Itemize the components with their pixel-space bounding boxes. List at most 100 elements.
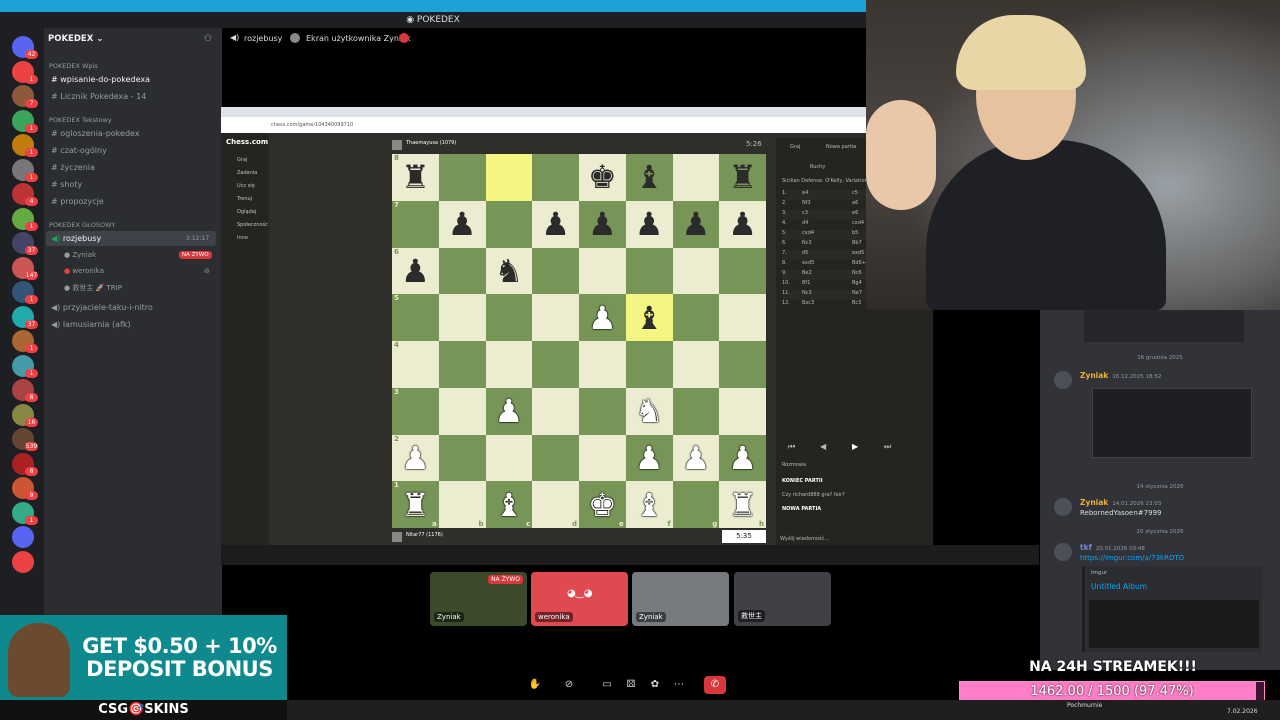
- chess-nav-item[interactable]: Ucz się: [237, 183, 255, 189]
- square-f1[interactable]: f ♝: [625, 481, 673, 528]
- chess-chat-input[interactable]: Wyślij wiadomość...: [780, 536, 829, 542]
- server-icon[interactable]: [12, 550, 34, 573]
- white-pawn-piece[interactable]: ♟: [728, 442, 757, 474]
- chess-nav-item[interactable]: Inne: [237, 235, 248, 241]
- square-g5[interactable]: [672, 294, 720, 341]
- move-san[interactable]: exd5: [852, 250, 864, 256]
- move-san[interactable]: exd5: [802, 260, 814, 266]
- square-e2[interactable]: [579, 434, 626, 482]
- move-san[interactable]: cxd4: [802, 230, 814, 236]
- white-pawn-piece[interactable]: ♟: [495, 395, 524, 427]
- square-h3[interactable]: [719, 387, 766, 435]
- chat-tab[interactable]: Rozmowa: [782, 462, 806, 468]
- square-f3[interactable]: ♞: [625, 387, 673, 435]
- voice-user-zyniak[interactable]: ● Zyniak: [64, 251, 96, 259]
- black-pawn-piece[interactable]: ♟: [448, 208, 477, 240]
- square-d1[interactable]: d: [532, 481, 579, 528]
- square-e4[interactable]: [579, 341, 626, 388]
- square-f8[interactable]: ♝: [625, 154, 673, 201]
- black-pawn-piece[interactable]: ♟: [541, 208, 570, 240]
- black-rook-piece[interactable]: ♜: [401, 161, 430, 193]
- message-link[interactable]: https://imgur.com/a/73kROTD: [1080, 554, 1184, 562]
- square-d5[interactable]: [532, 294, 579, 341]
- move-san[interactable]: Be2: [802, 270, 812, 276]
- chess-nav-item[interactable]: Trenuj: [237, 196, 252, 202]
- square-a3[interactable]: 3: [392, 387, 439, 435]
- square-a1[interactable]: 1 a ♜: [392, 481, 439, 528]
- square-h7[interactable]: ♟: [719, 200, 766, 248]
- add-member-icon[interactable]: ⚇: [204, 34, 212, 44]
- square-g1[interactable]: g: [672, 481, 720, 528]
- participant-tile[interactable]: 救世主: [734, 572, 831, 626]
- black-pawn-piece[interactable]: ♟: [635, 208, 664, 240]
- move-san[interactable]: Nc6: [852, 270, 862, 276]
- black-rook-piece[interactable]: ♜: [728, 161, 757, 193]
- white-pawn-piece[interactable]: ♟: [635, 442, 664, 474]
- move-san[interactable]: c5: [852, 190, 858, 196]
- chess-nav-item[interactable]: Graj: [237, 157, 247, 163]
- move-san[interactable]: Bf1: [802, 280, 810, 286]
- white-pawn-piece[interactable]: ♟: [682, 442, 711, 474]
- black-knight-piece[interactable]: ♞: [495, 255, 524, 287]
- square-a7[interactable]: 7: [392, 200, 439, 248]
- move-san[interactable]: Bd6+: [852, 260, 866, 266]
- square-f5[interactable]: ♝: [625, 294, 673, 341]
- message-author[interactable]: tkf 20.01.2026 03:48: [1080, 543, 1145, 552]
- square-c7[interactable]: [485, 200, 533, 248]
- avatar[interactable]: [1054, 498, 1072, 516]
- white-rook-piece[interactable]: ♜: [728, 489, 757, 521]
- chess-nav-item[interactable]: Oglądaj: [237, 209, 256, 215]
- server-name-button[interactable]: POKEDEX ⌄: [48, 34, 103, 44]
- move-san[interactable]: d5: [802, 250, 808, 256]
- embed-image[interactable]: [1089, 600, 1259, 648]
- avatar[interactable]: [1054, 543, 1072, 561]
- square-f2[interactable]: ♟: [625, 434, 673, 482]
- participant-tile[interactable]: weronika ◕‿◕: [531, 572, 628, 626]
- square-h4[interactable]: [719, 341, 766, 388]
- channel-propozycje[interactable]: # propozycje: [51, 197, 104, 206]
- tab-new-game[interactable]: Nowa partia: [826, 144, 856, 150]
- first-move-button[interactable]: ⏮: [788, 442, 795, 452]
- voice-user-weronika[interactable]: ● weronika: [64, 267, 104, 275]
- square-b4[interactable]: [438, 341, 486, 388]
- move-san[interactable]: e6: [852, 210, 858, 216]
- voice-channel-lamusiarnia[interactable]: ◀) lamusiarnia (afk): [51, 320, 131, 329]
- message-attachment[interactable]: [1092, 388, 1252, 458]
- square-d2[interactable]: [532, 434, 579, 482]
- more-icon[interactable]: ⋯: [670, 676, 688, 694]
- mic-icon[interactable]: ✋: [526, 676, 544, 694]
- black-pawn-piece[interactable]: ♟: [588, 208, 617, 240]
- square-c3[interactable]: ♟: [485, 387, 533, 435]
- square-d6[interactable]: [532, 247, 579, 295]
- channel-ogloszenia[interactable]: # ogloszenia-pokedex: [51, 129, 140, 138]
- square-a4[interactable]: 4: [392, 341, 439, 388]
- move-san[interactable]: Nf3: [802, 200, 811, 206]
- move-san[interactable]: b5: [852, 230, 858, 236]
- channel-czat[interactable]: # czat-ogólny: [51, 146, 107, 155]
- chess-nav-item[interactable]: Społeczność: [237, 222, 268, 228]
- square-h8[interactable]: ♜: [719, 154, 766, 201]
- square-b1[interactable]: b: [438, 481, 486, 528]
- square-c8[interactable]: [485, 154, 533, 201]
- black-bishop-piece[interactable]: ♝: [635, 161, 664, 193]
- square-e8[interactable]: ♚: [579, 154, 626, 201]
- tab-play[interactable]: Graj: [790, 144, 800, 150]
- square-g3[interactable]: [672, 387, 720, 435]
- move-san[interactable]: c3: [802, 210, 808, 216]
- move-san[interactable]: e4: [802, 190, 808, 196]
- avatar[interactable]: [1054, 371, 1072, 389]
- move-san[interactable]: Bb7: [852, 240, 862, 246]
- square-g2[interactable]: ♟: [672, 434, 720, 482]
- square-b8[interactable]: [438, 154, 486, 201]
- square-h1[interactable]: h ♜: [719, 481, 766, 528]
- activities-icon[interactable]: ⚄: [622, 676, 640, 694]
- square-a6[interactable]: 6 ♟: [392, 247, 439, 295]
- server-icon[interactable]: [12, 526, 34, 548]
- black-pawn-piece[interactable]: ♟: [682, 208, 711, 240]
- channel-licznik[interactable]: # Licznik Pokedexa - 14: [51, 92, 146, 101]
- square-b6[interactable]: [438, 247, 486, 295]
- prev-move-button[interactable]: ◀: [820, 442, 826, 451]
- voice-user-trip[interactable]: ● 救世主 🚀 TRIP: [64, 283, 122, 293]
- white-bishop-piece[interactable]: ♝: [635, 489, 664, 521]
- channel-wpisanie[interactable]: # wpisanie-do-pokedexa: [51, 75, 150, 84]
